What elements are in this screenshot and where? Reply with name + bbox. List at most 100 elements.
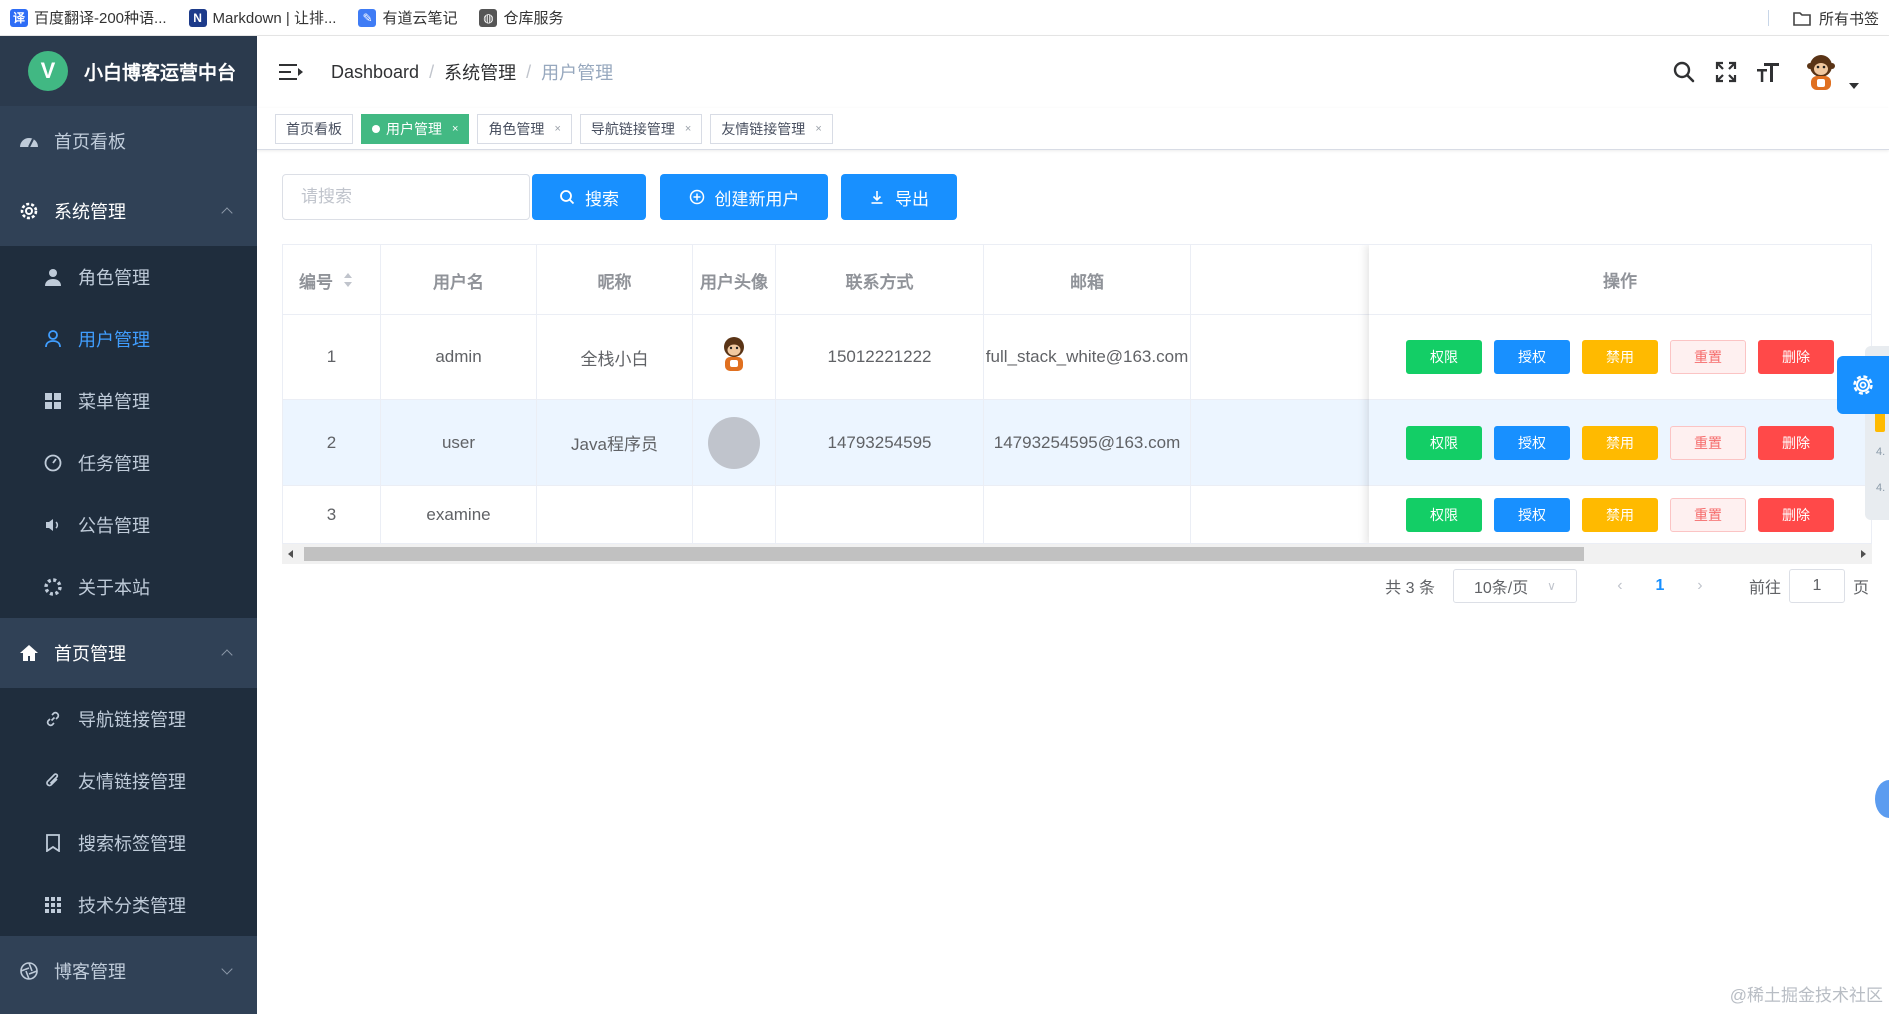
action-button-3[interactable]: 重置 [1670, 498, 1746, 532]
sidebar-item-7[interactable]: 关于本站 [0, 556, 257, 618]
cell-text: examine [426, 505, 491, 524]
scroll-right-arrow-icon[interactable] [1861, 550, 1866, 558]
hamburger-icon[interactable] [279, 63, 303, 81]
table-cell-avatar [693, 486, 776, 543]
floating-circle-button[interactable] [1875, 780, 1889, 818]
sidebar-item-8[interactable]: 首页管理 [0, 618, 257, 688]
home-icon [18, 642, 40, 664]
sidebar-item-label: 搜索标签管理 [78, 834, 186, 854]
close-icon[interactable]: × [554, 123, 560, 135]
bookmark-item[interactable]: ✎ 有道云笔记 [358, 7, 457, 28]
bookmark-label: 百度翻译-200种语... [34, 10, 167, 27]
sidebar-item-2[interactable]: 角色管理 [0, 246, 257, 308]
table-horizontal-scrollbar[interactable] [282, 544, 1872, 564]
bookmark-item[interactable]: 译百度翻译-200种语... [10, 7, 167, 28]
sort-icon[interactable] [343, 273, 353, 287]
apps-icon [42, 894, 64, 916]
sidebar-item-1[interactable]: 系统管理 [0, 176, 257, 246]
fullscreen-icon[interactable] [1713, 59, 1739, 85]
user-avatar[interactable] [1801, 52, 1841, 92]
scroll-left-arrow-icon[interactable] [288, 550, 293, 558]
side-mini-text: 4. [1876, 482, 1886, 494]
action-button-3[interactable]: 重置 [1670, 340, 1746, 374]
bookmark-item[interactable]: N Markdown | 让排... [188, 7, 336, 28]
sidebar-item-10[interactable]: 友情链接管理 [0, 750, 257, 812]
folder-icon [1793, 11, 1811, 26]
navbar: Dashboard / 系统管理 / 用户管理 [257, 36, 1889, 108]
scrollbar-thumb[interactable] [304, 547, 1584, 561]
all-bookmarks-label: 所有书签 [1818, 10, 1879, 28]
tag-item[interactable]: 友情链接管理 × [710, 113, 833, 144]
table-cell-spacer [1191, 486, 1371, 543]
table-cell-spacer [1191, 315, 1371, 399]
breadcrumb-item-dashboard[interactable]: Dashboard [331, 62, 419, 83]
sidebar-item-13[interactable]: 博客管理 [0, 936, 257, 1006]
tag-item[interactable]: 用户管理 × [361, 113, 470, 144]
close-icon[interactable]: × [685, 123, 691, 135]
chevron-down-icon: ∨ [1547, 579, 1556, 593]
action-button-2[interactable]: 禁用 [1582, 340, 1658, 374]
bookmarks-bar: 译百度翻译-200种语... N Markdown | 让排... ✎ 有道云笔记 ◍ 仓库… [0, 0, 1889, 36]
action-button-4[interactable]: 删除 [1758, 425, 1834, 460]
sidebar-item-label: 任务管理 [78, 454, 150, 474]
search-input[interactable] [282, 174, 530, 220]
sidebar-item-0[interactable]: 首页看板 [0, 106, 257, 176]
column-header-label: 邮箱 [1070, 272, 1104, 292]
cell-text: 14793254595@163.com [993, 432, 1181, 452]
action-button-0[interactable]: 权限 [1406, 340, 1482, 374]
pagination: 共 3 条 10条/页 ∨ ‹ 1 › 前往 1 页 [1385, 568, 1869, 604]
action-button-4[interactable]: 删除 [1758, 340, 1834, 374]
sidebar-item-5[interactable]: 任务管理 [0, 432, 257, 494]
action-button-1[interactable]: 授权 [1494, 425, 1570, 460]
bookmark-item[interactable]: ◍ 仓库服务 [479, 7, 564, 28]
sidebar-logo[interactable]: V 小白博客运营中台 [0, 36, 257, 106]
all-bookmarks[interactable]: 所有书签 [1793, 0, 1879, 36]
table-cell-email [984, 486, 1191, 543]
table-cell-email: 14793254595@163.com [984, 400, 1191, 485]
sidebar-item-label: 用户管理 [78, 330, 150, 350]
page-size-select[interactable]: 10条/页 ∨ [1452, 569, 1577, 603]
table-cell-nickname [537, 486, 693, 543]
action-button-2[interactable]: 禁用 [1582, 498, 1658, 532]
action-button-2[interactable]: 禁用 [1582, 425, 1658, 460]
action-button-3[interactable]: 重置 [1670, 425, 1746, 460]
tag-item[interactable]: 角色管理 × [477, 113, 572, 144]
user-dropdown-caret-icon[interactable] [1849, 83, 1859, 89]
sidebar-item-12[interactable]: 技术分类管理 [0, 874, 257, 936]
ops-row: 权限 授权 禁用 重置 删除 [1369, 400, 1871, 486]
settings-float-button[interactable] [1837, 356, 1889, 414]
goto-page-input[interactable]: 1 [1788, 569, 1845, 603]
action-button-0[interactable]: 权限 [1406, 425, 1482, 460]
page-number[interactable]: 1 [1643, 577, 1677, 595]
download-icon [869, 189, 885, 205]
sidebar-item-6[interactable]: 公告管理 [0, 494, 257, 556]
tag-label: 用户管理 [386, 120, 442, 137]
sidebar-item-9[interactable]: 导航链接管理 [0, 688, 257, 750]
sidebar-item-11[interactable]: 搜索标签管理 [0, 812, 257, 874]
create-user-button[interactable]: 创建新用户 [660, 174, 828, 220]
sidebar-item-3[interactable]: 用户管理 [0, 308, 257, 370]
gear-icon [42, 576, 64, 598]
search-button[interactable]: 搜索 [532, 174, 646, 220]
sidebar-menu: 首页看板 系统管理 角色管理用户管理菜单管理任务管理公告管理 关于本站 首页管理 导航链接… [0, 106, 257, 1006]
close-icon[interactable]: × [815, 123, 821, 135]
tag-item[interactable]: 首页看板 [275, 113, 353, 144]
prev-page-button[interactable]: ‹ [1603, 577, 1637, 595]
tag-item[interactable]: 导航链接管理 × [579, 113, 703, 144]
action-button-1[interactable]: 授权 [1494, 498, 1570, 532]
sidebar-item-label: 技术分类管理 [78, 896, 186, 916]
settings-icon [18, 200, 40, 222]
next-page-button[interactable]: › [1683, 577, 1717, 595]
tag-label: 首页看板 [286, 120, 342, 137]
font-size-icon[interactable] [1755, 59, 1781, 85]
column-header[interactable]: 编号 [283, 245, 381, 315]
breadcrumb-item-system[interactable]: 系统管理 [444, 59, 516, 85]
action-button-1[interactable]: 授权 [1494, 340, 1570, 374]
action-button-0[interactable]: 权限 [1406, 498, 1482, 532]
search-icon[interactable] [1671, 59, 1697, 85]
action-button-4[interactable]: 删除 [1758, 498, 1834, 532]
create-user-label: 创建新用户 [714, 189, 800, 209]
close-icon[interactable]: × [452, 123, 458, 135]
export-button[interactable]: 导出 [841, 174, 957, 220]
sidebar-item-4[interactable]: 菜单管理 [0, 370, 257, 432]
